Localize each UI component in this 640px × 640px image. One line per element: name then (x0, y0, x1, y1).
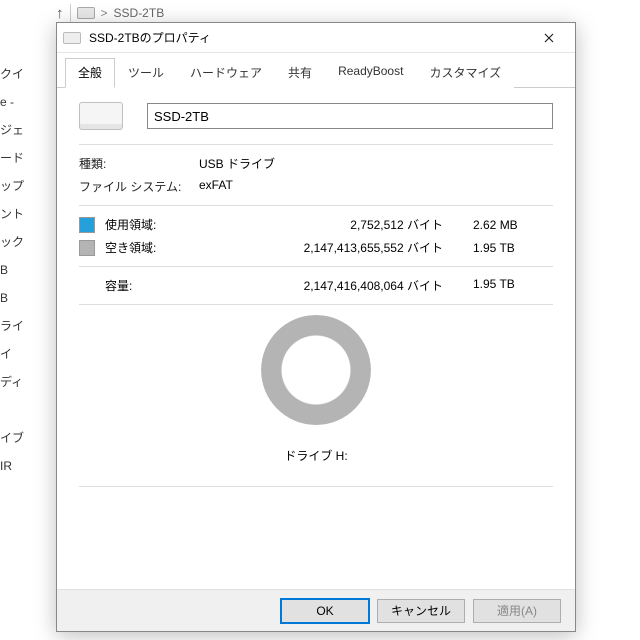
tab-ハードウェア[interactable]: ハードウェア (177, 58, 275, 88)
drive-icon (77, 7, 95, 19)
dialog-footer: OK キャンセル 適用(A) (57, 589, 575, 631)
used-bytes: 2,752,512 バイト (199, 216, 473, 233)
sidebar-fragment: ライ (0, 312, 42, 340)
free-bytes: 2,147,413,655,552 バイト (199, 239, 473, 256)
breadcrumb-separator: > (101, 6, 108, 20)
free-human: 1.95 TB (473, 241, 553, 255)
sidebar-fragment: イ (0, 340, 42, 368)
sidebar-fragment: B (0, 256, 42, 284)
sidebar-fragment: ジェ (0, 116, 42, 144)
tab-readyboost[interactable]: ReadyBoost (325, 58, 416, 88)
tab-カスタマイズ[interactable]: カスタマイズ (416, 58, 514, 88)
close-button[interactable] (529, 24, 569, 52)
sidebar-fragment: ード (0, 144, 42, 172)
sidebar-fragment: ント (0, 200, 42, 228)
tab-content-general: 種類: USB ドライブ ファイル システム: exFAT 使用領域: 2,75… (57, 88, 575, 589)
capacity-row: 容量: 2,147,416,408,064 バイト 1.95 TB (79, 277, 553, 294)
sidebar-fragment: ップ (0, 172, 42, 200)
dialog-title: SSD-2TBのプロパティ (89, 29, 529, 46)
used-space-row: 使用領域: 2,752,512 バイト 2.62 MB (79, 216, 553, 233)
sidebar-fragment: IR (0, 452, 42, 480)
used-swatch (79, 217, 95, 233)
free-swatch (79, 240, 95, 256)
divider (79, 266, 553, 267)
drive-icon (63, 32, 81, 44)
sidebar-fragment: クイ (0, 60, 42, 88)
type-value: USB ドライブ (199, 155, 553, 172)
ok-button[interactable]: OK (281, 599, 369, 623)
filesystem-value: exFAT (199, 178, 553, 195)
capacity-label: 容量: (79, 277, 199, 294)
sidebar-fragment: e - (0, 88, 42, 116)
drive-icon-large (79, 102, 123, 130)
divider (79, 486, 553, 487)
cancel-button[interactable]: キャンセル (377, 599, 465, 623)
breadcrumb-item[interactable]: SSD-2TB (114, 6, 165, 20)
properties-dialog: SSD-2TBのプロパティ 全般ツールハードウェア共有ReadyBoostカスタ… (56, 22, 576, 632)
capacity-bytes: 2,147,416,408,064 バイト (199, 277, 473, 294)
sidebar: クイe -ジェードップントックBBライイディ イブIR (0, 60, 42, 480)
divider (79, 205, 553, 206)
tab-strip: 全般ツールハードウェア共有ReadyBoostカスタマイズ (57, 53, 575, 88)
divider (79, 304, 553, 305)
sidebar-fragment: ディ (0, 368, 42, 396)
sidebar-fragment: B (0, 284, 42, 312)
tab-ツール[interactable]: ツール (115, 58, 177, 88)
used-label: 使用領域: (105, 216, 199, 233)
sidebar-fragment (0, 396, 42, 424)
up-arrow-icon[interactable]: ↑ (56, 5, 64, 22)
close-icon (544, 33, 554, 43)
title-bar[interactable]: SSD-2TBのプロパティ (57, 23, 575, 53)
drive-name-input[interactable] (147, 103, 553, 129)
used-human: 2.62 MB (473, 218, 553, 232)
filesystem-label: ファイル システム: (79, 178, 199, 195)
tab-共有[interactable]: 共有 (275, 58, 325, 88)
sidebar-fragment: イブ (0, 424, 42, 452)
usage-donut (261, 315, 371, 425)
sidebar-fragment: ック (0, 228, 42, 256)
free-label: 空き領域: (105, 239, 199, 256)
type-label: 種類: (79, 155, 199, 172)
capacity-human: 1.95 TB (473, 277, 553, 294)
apply-button[interactable]: 適用(A) (473, 599, 561, 623)
divider (79, 144, 553, 145)
breadcrumb[interactable]: ↑ > SSD-2TB (56, 4, 164, 22)
free-space-row: 空き領域: 2,147,413,655,552 バイト 1.95 TB (79, 239, 553, 256)
tab-全般[interactable]: 全般 (65, 58, 115, 88)
drive-letter-label: ドライブ H: (284, 447, 347, 464)
